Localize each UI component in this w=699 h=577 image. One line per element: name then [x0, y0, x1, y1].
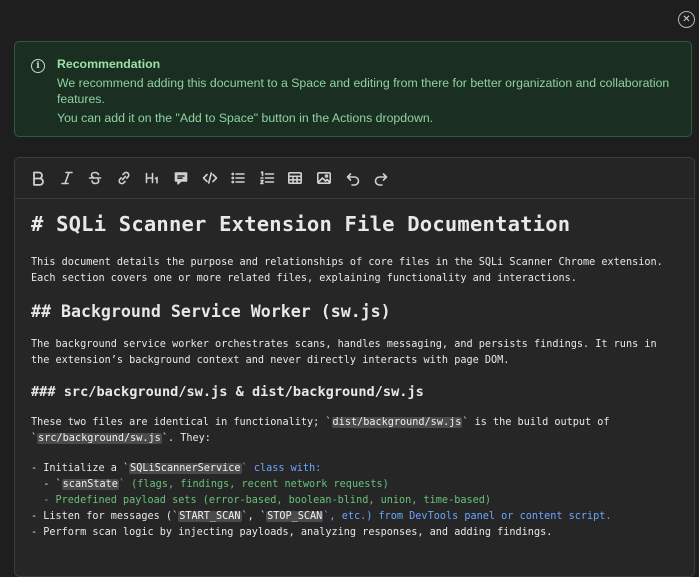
- doc-heading-1: # SQLi Scanner Extension File Documentat…: [31, 212, 571, 236]
- italic-icon[interactable]: [56, 167, 78, 189]
- close-icon[interactable]: ✕: [678, 11, 695, 28]
- alert-message: We recommend adding this document to a S…: [57, 76, 670, 106]
- comment-icon[interactable]: [170, 167, 192, 189]
- doc-heading-3: ### src/background/sw.js & dist/backgrou…: [31, 384, 424, 400]
- bullet-list-icon[interactable]: [227, 167, 249, 189]
- inline-code: scanState: [61, 479, 119, 490]
- alert-hint: You can add it on the "Add to Space" but…: [57, 111, 434, 125]
- list-item: - Predefined payload sets (error-based, …: [31, 495, 492, 506]
- intro-paragraph: This document details the purpose and re…: [31, 257, 663, 284]
- feature-list: - Initialize a `SQLiScannerService` clas…: [31, 461, 678, 541]
- files-paragraph: These two files are identical in functio…: [31, 417, 610, 444]
- strikethrough-icon[interactable]: [84, 167, 106, 189]
- recommendation-alert: i Recommendation We recommend adding thi…: [14, 41, 692, 137]
- inline-code: src/background/sw.js: [37, 433, 162, 444]
- info-icon: i: [31, 59, 45, 73]
- table-icon[interactable]: [284, 167, 306, 189]
- list-item: - Listen for messages (`START_SCAN`, `ST…: [31, 511, 612, 522]
- editor-toolbar: [15, 158, 694, 199]
- inline-code: STOP_SCAN: [266, 511, 324, 522]
- list-item: - Perform scan logic by injecting payloa…: [31, 527, 553, 538]
- markdown-editor: # SQLi Scanner Extension File Documentat…: [14, 157, 695, 577]
- bold-icon[interactable]: [27, 167, 49, 189]
- redo-icon[interactable]: [370, 167, 392, 189]
- link-icon[interactable]: [113, 167, 135, 189]
- heading-icon[interactable]: [141, 167, 163, 189]
- doc-heading-2: ## Background Service Worker (sw.js): [31, 302, 391, 321]
- list-item: - `scanState` (flags, findings, recent n…: [31, 479, 389, 490]
- list-item: - Initialize a `SQLiScannerService` clas…: [31, 463, 322, 474]
- alert-title: Recommendation: [57, 57, 161, 71]
- background-paragraph: The background service worker orchestrat…: [31, 339, 657, 366]
- code-icon[interactable]: [199, 167, 221, 189]
- inline-code: dist/background/sw.js: [331, 417, 463, 428]
- editor-content[interactable]: # SQLi Scanner Extension File Documentat…: [15, 199, 694, 541]
- inline-code: SQLiScannerService: [129, 463, 242, 474]
- image-icon[interactable]: [313, 167, 335, 189]
- undo-icon[interactable]: [342, 167, 364, 189]
- numbered-list-icon[interactable]: [256, 167, 278, 189]
- inline-code: START_SCAN: [178, 511, 242, 522]
